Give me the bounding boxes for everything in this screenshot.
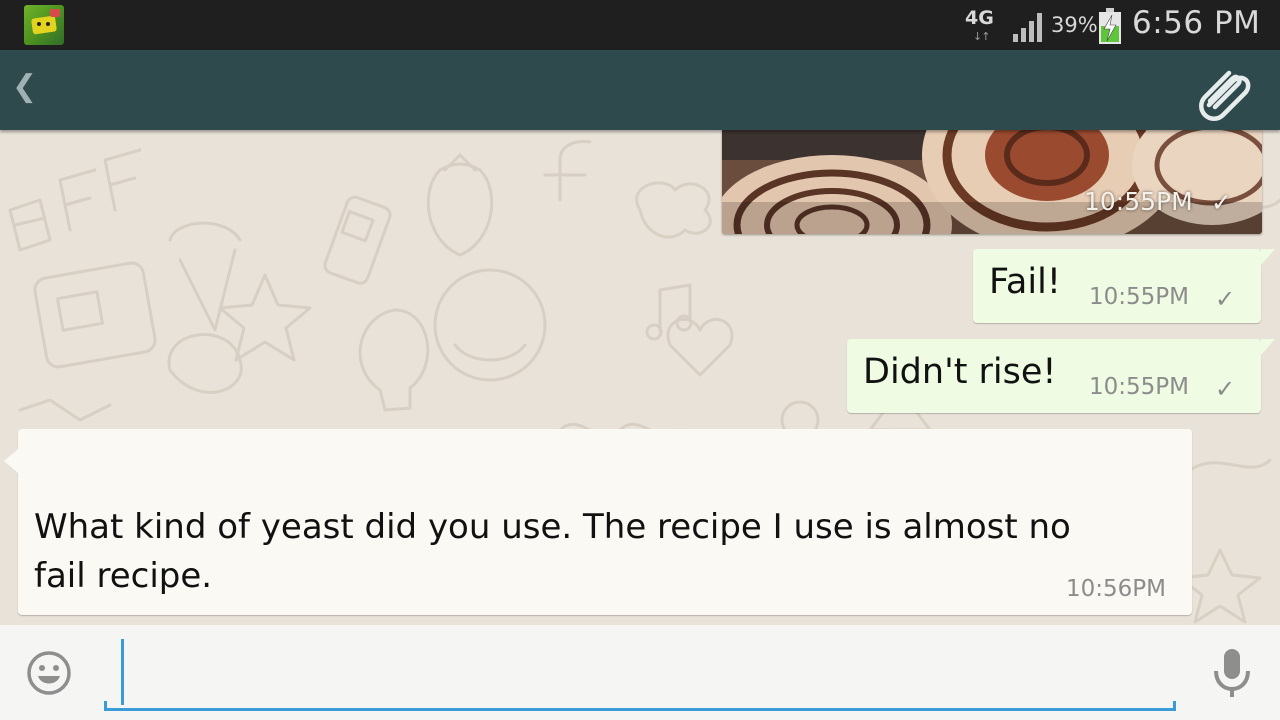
status-bar: 4G ↓↑ 39% 6:56 PM bbox=[0, 0, 1280, 50]
message-text: Fail! bbox=[989, 262, 1061, 302]
input-underline-left-edge bbox=[104, 701, 107, 711]
input-underline bbox=[104, 708, 1176, 711]
message-time: 10:55PM bbox=[1089, 374, 1189, 400]
outgoing-message[interactable]: Fail! 10:55PM ✓ bbox=[973, 249, 1275, 323]
bubble-tail bbox=[4, 449, 18, 473]
message-text: Didn't rise! bbox=[863, 352, 1057, 392]
message-time: 10:55PM bbox=[1084, 187, 1193, 216]
text-cursor bbox=[121, 639, 124, 705]
outgoing-message[interactable]: Didn't rise! 10:55PM ✓ bbox=[847, 339, 1275, 413]
signal-strength-icon bbox=[1013, 13, 1042, 42]
bubble-tail bbox=[1261, 249, 1275, 265]
sender-name bbox=[34, 449, 294, 479]
emoji-smiley-icon[interactable] bbox=[26, 650, 72, 696]
message-text-line-1: What kind of yeast did you use. The reci… bbox=[34, 507, 1071, 547]
image-message[interactable] bbox=[722, 130, 1262, 234]
app-notification-icon bbox=[24, 5, 64, 45]
battery-charging-icon bbox=[1099, 8, 1121, 44]
microphone-icon[interactable] bbox=[1210, 647, 1254, 699]
back-arrow-icon[interactable]: ❮ bbox=[12, 72, 37, 102]
network-type: 4G bbox=[965, 7, 994, 29]
sent-check-icon: ✓ bbox=[1211, 188, 1232, 217]
bubble-tail bbox=[1261, 339, 1275, 355]
sent-check-icon: ✓ bbox=[1215, 375, 1236, 403]
status-time: 6:56 PM bbox=[1132, 5, 1261, 41]
message-input[interactable] bbox=[104, 633, 1176, 713]
message-time: 10:55PM bbox=[1089, 284, 1189, 310]
data-activity-icon: ↓↑ bbox=[973, 30, 990, 43]
battery-percentage: 39% bbox=[1051, 13, 1098, 37]
message-text-line-2: fail recipe. bbox=[34, 556, 213, 596]
input-underline-right-edge bbox=[1173, 701, 1176, 711]
cinnamon-rolls-photo bbox=[722, 130, 1262, 234]
incoming-message[interactable]: What kind of yeast did you use. The reci… bbox=[4, 429, 1192, 615]
message-time: 10:56PM bbox=[1066, 576, 1166, 602]
message-compose-bar bbox=[0, 625, 1280, 720]
sent-check-icon: ✓ bbox=[1215, 285, 1236, 313]
paperclip-icon[interactable] bbox=[1193, 61, 1253, 121]
chat-header: ❮ bbox=[0, 50, 1280, 130]
conversation-area[interactable]: 10:55PM ✓ Fail! 10:55PM ✓ Didn't rise! 1… bbox=[0, 130, 1280, 625]
